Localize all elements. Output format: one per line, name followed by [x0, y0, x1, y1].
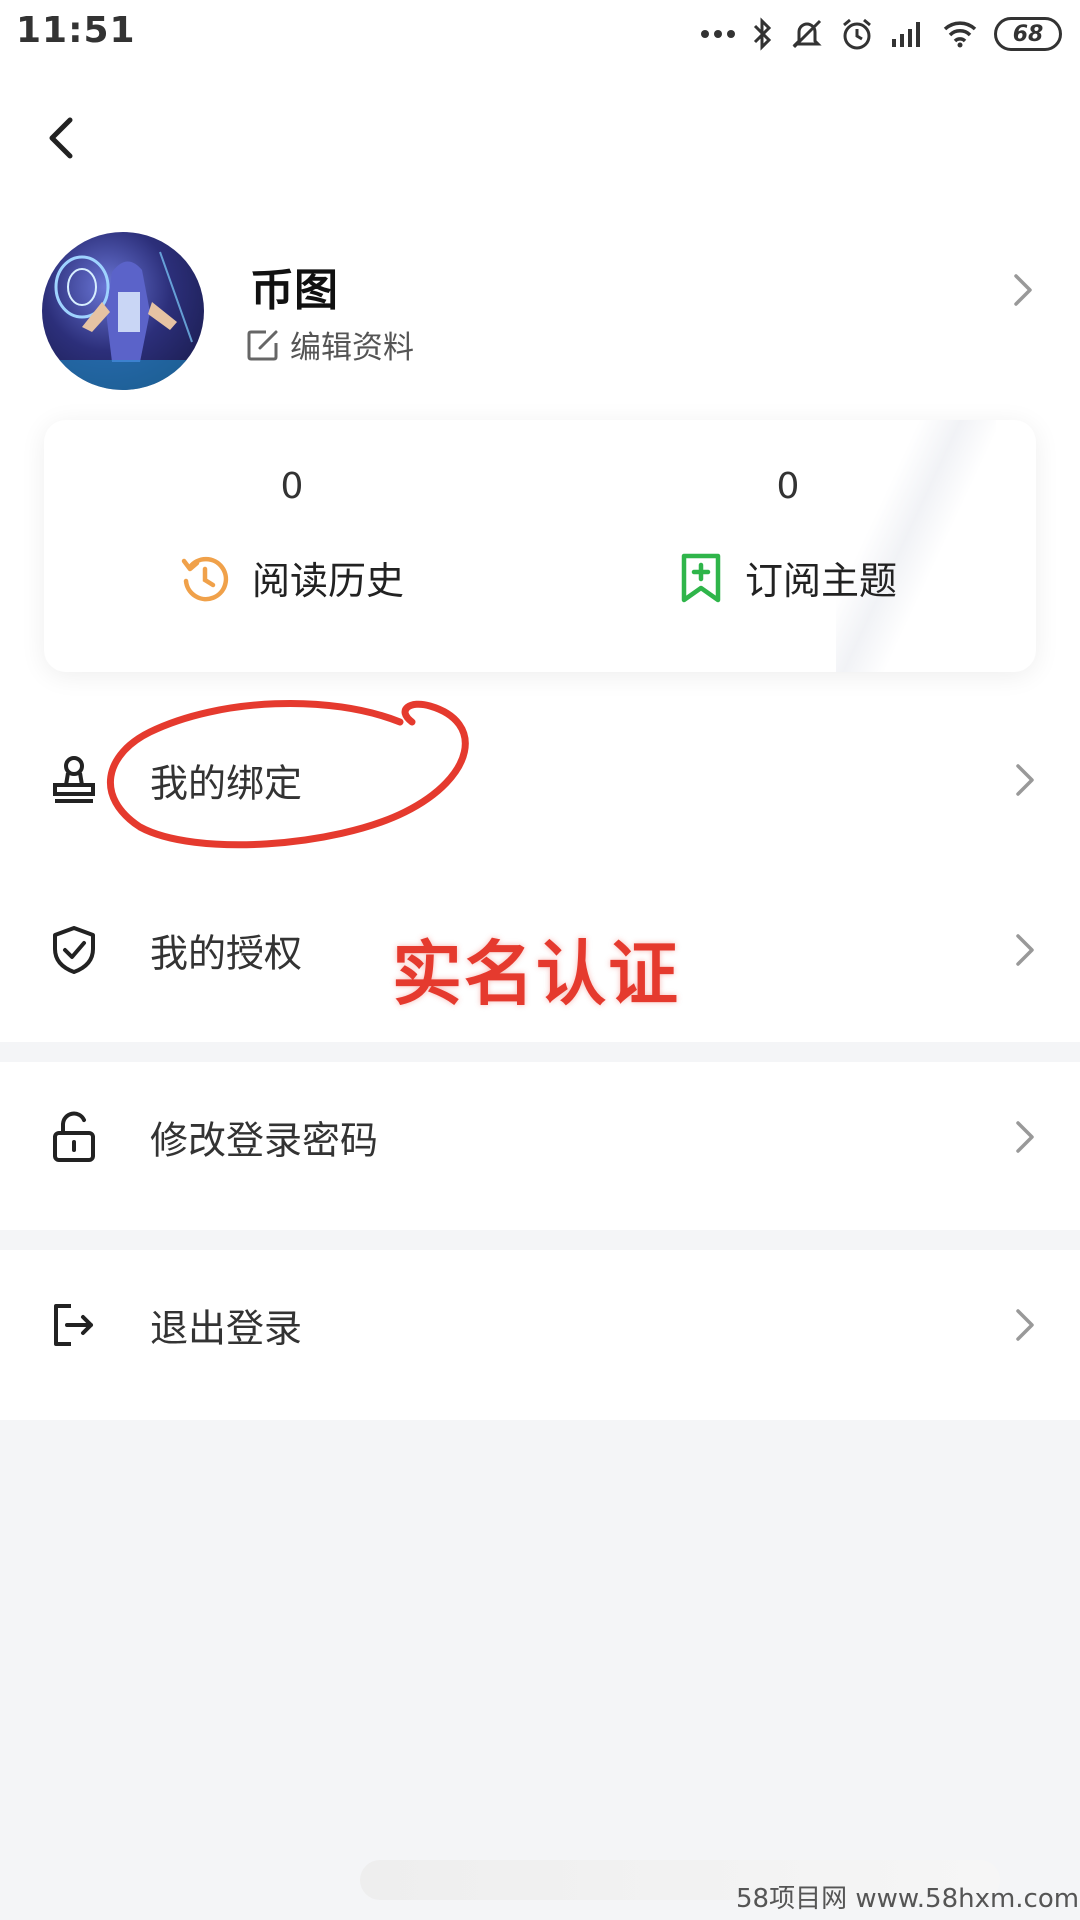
lock-icon	[48, 1111, 100, 1163]
profile-header[interactable]: 币图 编辑资料	[0, 222, 1080, 392]
wifi-icon	[943, 21, 977, 48]
edit-profile-link[interactable]: 编辑资料	[246, 322, 414, 367]
menu-label-authorization: 我的授权	[150, 931, 303, 976]
subscribed-topics-count: 0	[776, 466, 800, 507]
battery-indicator: 68	[994, 17, 1062, 51]
annotation-text: 实名认证	[392, 933, 680, 1015]
menu-item-binding[interactable]: 我的绑定	[0, 705, 1080, 855]
edit-icon	[247, 330, 278, 360]
subscribed-topics-row: 订阅主题	[540, 550, 1036, 605]
empty-area	[0, 1420, 1080, 1920]
bluetooth-icon	[753, 17, 772, 51]
menu-item-logout[interactable]: 退出登录	[0, 1250, 1080, 1400]
reading-history-row: 阅读历史	[44, 550, 540, 605]
avatar[interactable]	[42, 232, 204, 390]
menu-label-logout: 退出登录	[150, 1306, 303, 1351]
mute-bell-icon	[792, 19, 822, 49]
chevron-right-icon	[1016, 1309, 1034, 1341]
menu-label-change-password: 修改登录密码	[150, 1118, 379, 1163]
section-divider	[0, 1042, 1080, 1062]
menu-item-change-password[interactable]: 修改登录密码	[0, 1062, 1080, 1212]
chevron-right-icon	[1016, 934, 1034, 966]
alarm-icon	[843, 18, 871, 50]
signal-icon	[892, 22, 920, 47]
edit-profile-label: 编辑资料	[290, 330, 414, 366]
subscribed-topics-button[interactable]: 0 订阅主题	[540, 420, 1036, 672]
history-icon	[181, 556, 229, 601]
stamp-icon	[48, 754, 100, 806]
reading-history-button[interactable]: 0 阅读历史	[44, 420, 540, 672]
reading-history-label: 阅读历史	[251, 559, 404, 603]
section-divider	[0, 1230, 1080, 1250]
avatar-image	[42, 251, 204, 390]
chevron-left-icon	[49, 117, 73, 159]
shield-check-icon	[48, 924, 100, 976]
status-bar: 11:51 68	[0, 0, 1080, 70]
bookmark-add-icon	[681, 553, 721, 602]
status-icons: 68	[700, 12, 1062, 56]
menu-label-binding: 我的绑定	[150, 761, 303, 806]
more-dots-icon	[701, 30, 735, 38]
reading-history-count: 0	[280, 466, 304, 507]
watermark: 58项目网 www.58hxm.com	[736, 1884, 1080, 1914]
logout-icon	[48, 1299, 100, 1351]
subscribed-topics-label: 订阅主题	[744, 559, 897, 603]
chevron-right-icon	[1016, 1121, 1034, 1153]
status-time: 11:51	[16, 10, 136, 51]
stats-card: 0 阅读历史 0 订阅主题	[44, 420, 1036, 672]
chevron-right-icon	[1014, 274, 1032, 306]
username: 币图	[250, 265, 338, 316]
chevron-right-icon	[1016, 764, 1034, 796]
back-button[interactable]	[36, 108, 84, 168]
